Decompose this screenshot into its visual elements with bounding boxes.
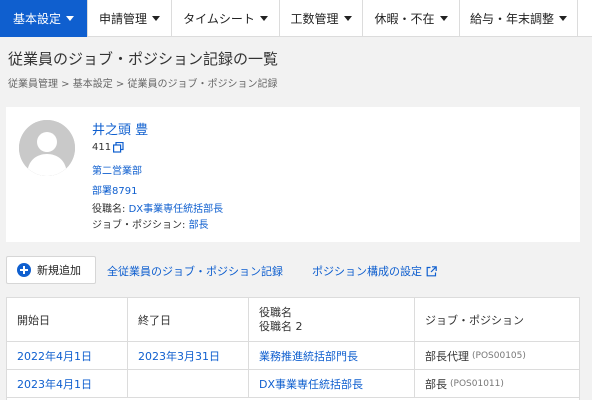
role-link[interactable]: 業務推進統括部門長	[249, 342, 415, 369]
chevron-down-icon	[559, 16, 567, 21]
nav-label: タイムシート	[183, 12, 255, 26]
header-role[interactable]: 役職名 役職名 2	[249, 298, 415, 341]
end-date-link[interactable]: 2023年3月31日	[128, 342, 249, 369]
job-position-link[interactable]: 部長	[189, 220, 209, 231]
department-link[interactable]: 第二営業部	[92, 162, 142, 177]
nav-label: 工数管理	[290, 12, 339, 26]
table-header-row: 開始日 終了日 役職名 役職名 2 ジョブ・ポジション	[7, 298, 579, 342]
top-nav: 基本設定 申請管理 タイムシート 工数管理 休暇・不在 給与・年末調整	[0, 0, 592, 37]
person-icon	[19, 120, 75, 176]
position-structure-label: ポジション構成の設定	[312, 265, 422, 278]
employee-name-link[interactable]: 井之頭 豊	[92, 119, 148, 138]
section-link[interactable]: 部署8791	[92, 182, 137, 197]
role-line: 役職名: DX事業専任統括部長	[92, 200, 223, 215]
chevron-down-icon	[152, 16, 160, 21]
nav-label: 申請管理	[98, 12, 147, 26]
job-position-name: 部長	[425, 377, 447, 391]
nav-label: 休暇・不在	[374, 12, 435, 26]
chevron-down-icon	[343, 16, 352, 21]
header-role-1: 役職名	[259, 305, 292, 319]
chevron-down-icon	[259, 16, 268, 21]
job-position-cell: 部長代理 (POS00105)	[415, 342, 579, 369]
nav-item-applications[interactable]: 申請管理	[88, 0, 172, 37]
table-row: 2023年4月1日 DX事業専任統括部長 部長 (POS01011)	[7, 370, 579, 398]
header-end-date[interactable]: 終了日	[128, 298, 249, 341]
chevron-down-icon	[439, 16, 448, 21]
table-row: 2022年4月1日 2023年3月31日 業務推進統括部門長 部長代理 (POS…	[7, 342, 579, 370]
position-structure-link[interactable]: ポジション構成の設定	[312, 263, 437, 279]
role-link[interactable]: DX事業専任統括部長	[249, 370, 415, 397]
role-link[interactable]: DX事業専任統括部長	[129, 204, 224, 215]
header-start-date[interactable]: 開始日	[7, 298, 128, 341]
role-label: 役職名:	[92, 204, 126, 215]
nav-item-payroll[interactable]: 給与・年末調整	[460, 0, 578, 37]
nav-item-timesheet[interactable]: タイムシート	[172, 0, 280, 37]
nav-item-basic-settings[interactable]: 基本設定	[0, 0, 88, 37]
end-date-cell	[128, 370, 249, 397]
copy-icon[interactable]	[113, 142, 124, 153]
nav-label: 基本設定	[12, 12, 61, 26]
job-position-name: 部長代理	[425, 349, 469, 363]
position-code: (POS00105)	[472, 350, 526, 361]
add-new-button[interactable]: 新規追加	[6, 256, 96, 284]
employee-id: 411	[92, 142, 124, 153]
add-new-label: 新規追加	[37, 264, 81, 277]
position-code: (POS01011)	[450, 378, 504, 389]
job-position-line: ジョブ・ポジション: 部長	[92, 216, 209, 231]
employee-profile-card: 井之頭 豊 411 第二営業部 部署8791 役職名: DX事業専任統括部長 ジ…	[6, 107, 580, 242]
nav-item-leave[interactable]: 休暇・不在	[363, 0, 460, 37]
header-job-position[interactable]: ジョブ・ポジション	[415, 298, 579, 341]
all-employee-records-link[interactable]: 全従業員のジョブ・ポジション記録	[107, 263, 283, 279]
nav-spacer	[578, 0, 592, 36]
nav-item-workload[interactable]: 工数管理	[280, 0, 363, 37]
job-position-label: ジョブ・ポジション:	[92, 220, 186, 231]
header-role-2: 役職名 2	[259, 319, 303, 333]
plus-icon	[17, 263, 31, 277]
start-date-link[interactable]: 2022年4月1日	[7, 342, 128, 369]
job-position-records-table: 開始日 終了日 役職名 役職名 2 ジョブ・ポジション 2022年4月1日 20…	[6, 297, 580, 400]
external-link-icon	[426, 265, 437, 276]
chevron-down-icon	[66, 16, 74, 21]
page-title: 従業員のジョブ・ポジション記録の一覧	[8, 50, 279, 68]
breadcrumb: 従業員管理 > 基本設定 > 従業員のジョブ・ポジション記録	[8, 79, 278, 90]
nav-label: 給与・年末調整	[469, 12, 554, 26]
job-position-cell: 部長 (POS01011)	[415, 370, 579, 397]
avatar	[19, 120, 75, 176]
start-date-link[interactable]: 2023年4月1日	[7, 370, 128, 397]
employee-id-value: 411	[92, 142, 112, 153]
